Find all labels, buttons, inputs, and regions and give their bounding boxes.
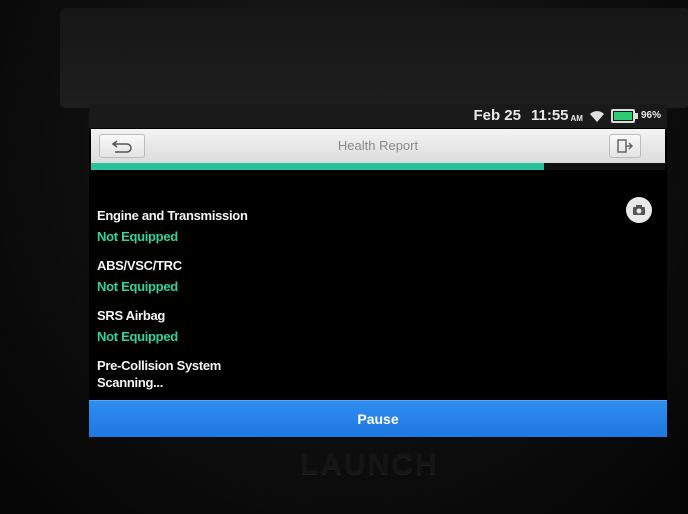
wifi-icon	[589, 110, 604, 122]
battery-percent: 96%	[640, 110, 661, 121]
system-list: Engine and Transmission Not Equipped ABS…	[97, 208, 577, 408]
page-title: Health Report	[337, 138, 419, 153]
system-status: Not Equipped	[97, 329, 178, 344]
pause-button[interactable]: Pause	[89, 400, 667, 437]
device-frame: Feb 25 11:55 AM 96% Health Report Engine…	[0, 0, 688, 514]
screen: Feb 25 11:55 AM 96% Health Report Engine…	[89, 104, 667, 437]
system-status: Scanning...	[97, 375, 164, 390]
battery-icon	[610, 108, 638, 123]
status-date: Feb 25	[473, 107, 521, 124]
scan-progress-fill	[91, 163, 545, 170]
system-status: Not Equipped	[97, 279, 178, 294]
system-name: ABS/VSC/TRC	[97, 258, 182, 273]
status-ampm: AM	[570, 113, 583, 123]
camera-icon	[633, 205, 645, 215]
screenshot-button[interactable]	[626, 197, 652, 223]
scan-progress-bar	[91, 163, 665, 170]
title-bar: Health Report	[91, 129, 665, 163]
exit-button[interactable]	[609, 134, 641, 158]
device-bezel	[60, 8, 688, 108]
list-item[interactable]: SRS Airbag Not Equipped	[97, 308, 577, 358]
list-item[interactable]: ABS/VSC/TRC Not Equipped	[97, 258, 577, 308]
system-name: Pre-Collision System	[97, 358, 222, 373]
status-bar: Feb 25 11:55 AM 96%	[89, 104, 667, 128]
brand-logo: LAUNCH	[300, 448, 439, 481]
system-name: SRS Airbag	[97, 308, 166, 323]
system-name: Engine and Transmission	[97, 208, 248, 223]
system-status: Not Equipped	[97, 229, 178, 244]
list-item[interactable]: Engine and Transmission Not Equipped	[97, 208, 577, 258]
status-time: 11:55	[530, 107, 569, 124]
status-right: Feb 25 11:55 AM 96%	[473, 107, 661, 124]
exit-icon	[617, 139, 633, 153]
